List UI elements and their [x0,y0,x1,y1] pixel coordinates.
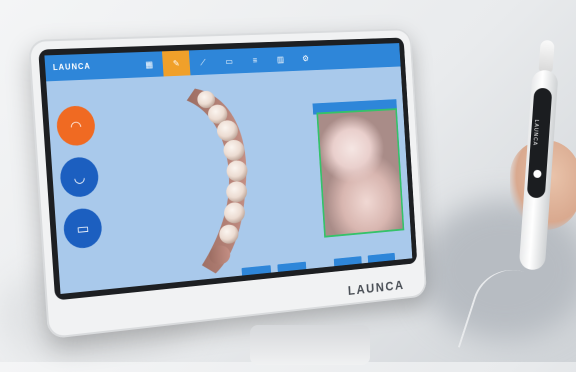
screen-logo: LAUNCA [53,62,91,72]
monitor: LAUNCA ▦ ✎ ⟋ ▭ ≡ ▥ ⚙ ◠ ◡ ▭ LAUNCA [28,28,427,339]
report-icon: ▦ [145,60,153,69]
chart-tool-button[interactable]: ▥ [267,47,294,72]
bottom-button-3[interactable] [334,256,362,270]
layers-icon: ≡ [252,56,257,65]
pen-icon: ✎ [173,59,180,68]
layers-tool-button[interactable]: ≡ [241,48,268,73]
scanner-head [539,40,555,73]
monitor-stand [250,325,370,365]
3d-dental-arch [185,76,267,280]
bite-icon: ▭ [76,219,90,237]
settings-tool-button[interactable]: ⚙ [292,46,318,71]
bottom-button-4[interactable] [368,253,396,267]
scan-preview [316,108,404,238]
upper-jaw-button[interactable]: ◠ [56,105,97,147]
bite-button[interactable]: ▭ [63,207,103,250]
brush-tool-button[interactable]: ⟋ [189,49,217,75]
bottom-button-1[interactable] [242,265,272,279]
brush-icon: ⟋ [200,58,206,67]
monitor-bezel: LAUNCA ▦ ✎ ⟋ ▭ ≡ ▥ ⚙ ◠ ◡ ▭ [38,38,417,301]
lower-jaw-button[interactable]: ◡ [59,156,99,198]
monitor-icon: ▭ [225,57,233,66]
screen: LAUNCA ▦ ✎ ⟋ ▭ ≡ ▥ ⚙ ◠ ◡ ▭ [44,43,412,294]
gear-icon: ⚙ [302,54,309,63]
chart-icon: ▥ [277,55,285,64]
tool-group: ▦ ✎ ⟋ ▭ ≡ ▥ ⚙ [135,46,319,78]
monitor-tool-button[interactable]: ▭ [215,49,243,75]
intraoral-image [318,110,402,236]
pen-tool-button[interactable]: ✎ [162,50,190,76]
bottom-button-2[interactable] [277,262,306,276]
top-toolbar: LAUNCA ▦ ✎ ⟋ ▭ ≡ ▥ ⚙ [44,43,400,81]
jaw-icon: ◡ [73,168,86,186]
bezel-logo: LAUNCA [347,277,404,298]
tooth-icon: ◠ [70,117,83,134]
report-tool-button[interactable]: ▦ [135,51,164,77]
